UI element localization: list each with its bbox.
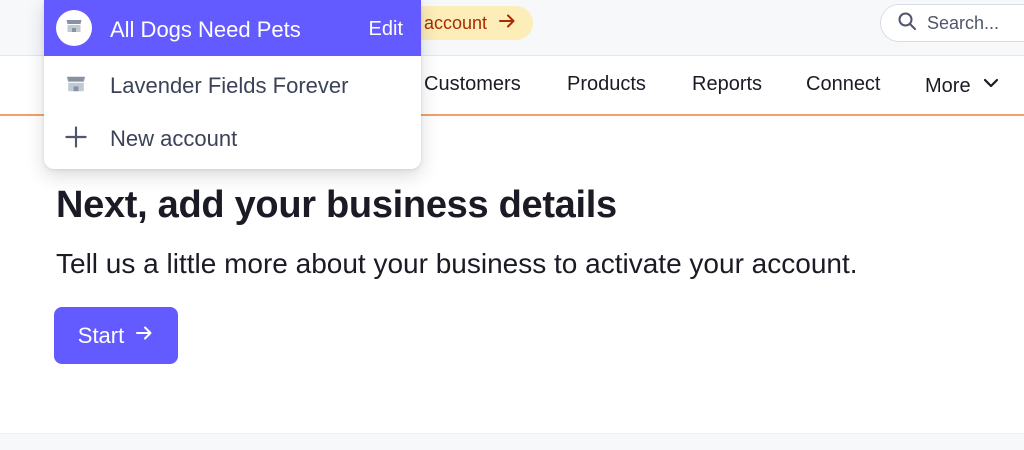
search-box[interactable] [880, 4, 1024, 42]
new-account-item[interactable]: New account [44, 111, 421, 163]
page: account Customers Products Reports Conne… [0, 0, 1024, 450]
nav-item-reports[interactable]: Reports [692, 73, 762, 96]
arrow-right-icon [134, 323, 154, 349]
nav-item-label: Products [567, 73, 646, 95]
edit-account-link[interactable]: Edit [369, 18, 403, 41]
account-item-label: Lavender Fields Forever [110, 73, 349, 98]
nav-item-customers[interactable]: Customers [424, 73, 521, 96]
avatar [56, 10, 92, 46]
new-account-label: New account [110, 126, 238, 151]
chevron-down-icon [981, 73, 1001, 99]
account-item-lavender[interactable]: Lavender Fields Forever [44, 58, 421, 110]
store-icon [64, 72, 88, 96]
page-subtitle: Tell us a little more about your busines… [56, 248, 858, 279]
account-switcher-menu: All Dogs Need Pets Edit Lavender Fields … [44, 0, 421, 169]
nav-item-label: More [925, 74, 971, 97]
nav-item-label: Reports [692, 73, 763, 95]
start-button[interactable]: Start [54, 307, 178, 364]
nav-item-label: Customers [424, 73, 521, 95]
search-icon [897, 11, 917, 36]
store-icon [64, 16, 84, 41]
nav-item-connect[interactable]: Connect [806, 73, 881, 96]
nav-item-products[interactable]: Products [567, 73, 646, 96]
search-input[interactable] [927, 12, 1024, 34]
active-account-item[interactable]: All Dogs Need Pets Edit [44, 0, 421, 56]
footer-strip [0, 433, 1024, 450]
start-button-label: Start [77, 322, 125, 348]
nav-item-label: Connect [806, 73, 881, 95]
nav-item-more[interactable]: More [925, 73, 1001, 99]
page-title: Next, add your business details [56, 184, 617, 226]
activate-account-label: account [424, 12, 488, 33]
arrow-right-icon [497, 11, 517, 36]
plus-icon [64, 125, 88, 149]
active-account-name: All Dogs Need Pets [110, 17, 301, 42]
